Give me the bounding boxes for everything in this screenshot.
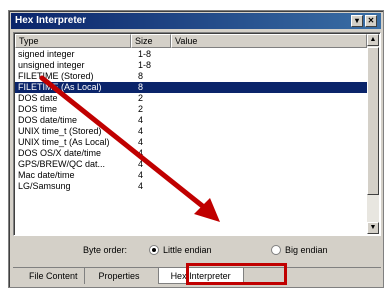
cell-type: FILETIME (Stored) [18, 71, 94, 81]
big-endian-label[interactable]: Big endian [285, 243, 328, 257]
byte-order-label: Byte order: [83, 245, 128, 255]
cell-value [171, 170, 367, 181]
list-item[interactable]: DOS date 2 [15, 93, 367, 104]
list-item[interactable]: Mac date/time 4 [15, 170, 367, 181]
scroll-thumb[interactable] [367, 47, 379, 195]
cell-type: signed integer [18, 49, 75, 59]
cell-type: DOS date [18, 93, 58, 103]
cell-value [171, 137, 367, 148]
cell-value [171, 49, 367, 60]
cell-size: 1-8 [138, 60, 152, 70]
list-item[interactable]: FILETIME (Stored) 8 [15, 71, 367, 82]
list-item[interactable]: UNIX time_t (As Local) 4 [15, 137, 367, 148]
cell-value [171, 126, 367, 137]
annotation-highlight-box [186, 263, 287, 285]
cell-type: DOS OS/X date/time [18, 148, 102, 158]
column-header-type[interactable]: Type [15, 34, 131, 48]
dropdown-icon[interactable]: ▾ [351, 15, 363, 27]
list-rows: signed integer 1-8 unsigned integer 1-8 FILE… [15, 49, 367, 192]
list-item[interactable]: LG/Samsung 4 [15, 181, 367, 192]
cell-type: DOS date/time [18, 115, 78, 125]
cell-type: Mac date/time [18, 170, 75, 180]
cell-size: 4 [138, 148, 144, 158]
column-header-size[interactable]: Size [131, 34, 171, 48]
cell-type: DOS time [18, 104, 58, 114]
cell-type: UNIX time_t (As Local) [18, 137, 110, 147]
cell-type: unsigned integer [18, 60, 85, 70]
cell-size: 4 [138, 115, 144, 125]
list-item[interactable]: DOS OS/X date/time 4 [15, 148, 367, 159]
cell-size: 8 [138, 82, 144, 92]
cell-value [171, 82, 367, 93]
cell-size: 4 [138, 159, 144, 169]
cell-size: 4 [138, 137, 144, 147]
column-header-value[interactable]: Value [171, 34, 367, 48]
cell-type: GPS/BREW/QC dat... [18, 159, 106, 169]
cell-value [171, 148, 367, 159]
list-item[interactable]: signed integer 1-8 [15, 49, 367, 60]
tab-properties[interactable]: Properties [93, 268, 146, 284]
scroll-down-icon[interactable]: ▼ [367, 222, 379, 234]
cell-size: 8 [138, 71, 144, 81]
cell-type: LG/Samsung [18, 181, 71, 191]
cell-type: UNIX time_t (Stored) [18, 126, 102, 136]
cell-value [171, 71, 367, 82]
hex-interpreter-panel: Hex Interpreter ▾ ✕ Type Size Value sign… [8, 10, 384, 288]
cell-value [171, 104, 367, 115]
vertical-scrollbar[interactable]: ▲ ▼ [367, 34, 379, 234]
close-icon[interactable]: ✕ [365, 15, 377, 27]
cell-size: 4 [138, 181, 144, 191]
list-item[interactable]: UNIX time_t (Stored) 4 [15, 126, 367, 137]
cell-value [171, 60, 367, 71]
tab-file-content[interactable]: File Content [23, 268, 85, 284]
list-item[interactable]: unsigned integer 1-8 [15, 60, 367, 71]
cell-type: FILETIME (As Local) [18, 82, 102, 92]
cell-size: 1-8 [138, 49, 152, 59]
interpreter-list[interactable]: Type Size Value signed integer 1-8 unsigne… [13, 32, 381, 236]
little-endian-radio[interactable] [149, 245, 159, 255]
cell-size: 2 [138, 93, 144, 103]
list-item[interactable]: DOS date/time 4 [15, 115, 367, 126]
title-bar: Hex Interpreter ▾ ✕ [11, 13, 381, 29]
list-item[interactable]: GPS/BREW/QC dat... 4 [15, 159, 367, 170]
list-item[interactable]: DOS time 2 [15, 104, 367, 115]
little-endian-label[interactable]: Little endian [163, 243, 212, 257]
cell-value [171, 115, 367, 126]
cell-size: 4 [138, 126, 144, 136]
list-header: Type Size Value [15, 34, 367, 48]
cell-value [171, 93, 367, 104]
byte-order-group: Byte order: Little endian Big endian [9, 243, 385, 259]
big-endian-radio[interactable] [271, 245, 281, 255]
list-item[interactable]: FILETIME (As Local) 8 [15, 82, 367, 93]
scroll-up-icon[interactable]: ▲ [367, 34, 379, 46]
cell-size: 4 [138, 170, 144, 180]
cell-size: 2 [138, 104, 144, 114]
window-title: Hex Interpreter [15, 15, 87, 26]
cell-value [171, 181, 367, 192]
cell-value [171, 159, 367, 170]
